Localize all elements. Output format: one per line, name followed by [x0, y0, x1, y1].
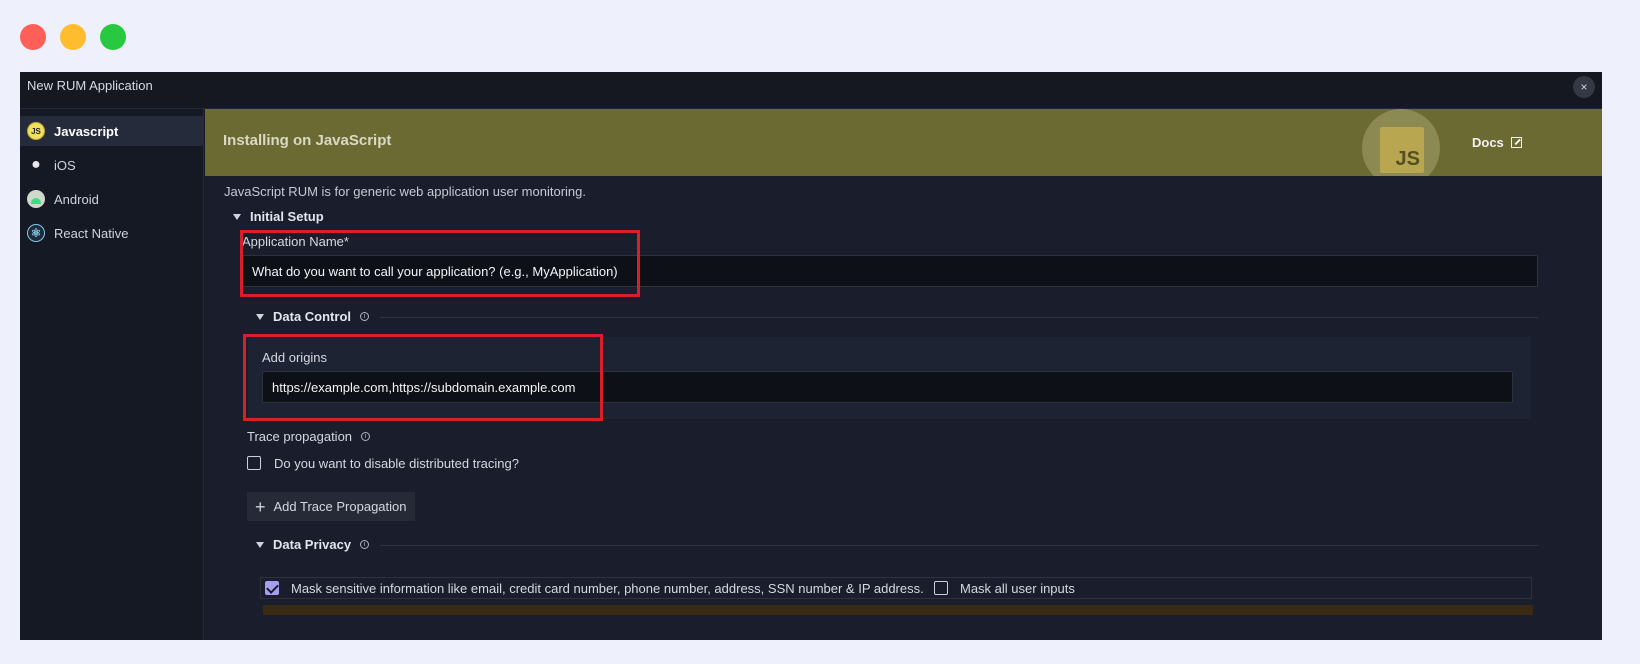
mask-inputs-label: Mask all user inputs	[960, 581, 1075, 596]
close-dot[interactable]	[20, 24, 46, 50]
platform-description: JavaScript RUM is for generic web applic…	[224, 184, 586, 199]
modal-titlebar: New RUM Application ×	[20, 72, 1602, 109]
maximize-dot[interactable]	[100, 24, 126, 50]
sidebar-item-label: React Native	[54, 225, 129, 241]
sidebar-item-javascript[interactable]: JS Javascript	[20, 116, 204, 146]
caret-down-icon	[256, 541, 264, 548]
info-icon[interactable]: i	[360, 540, 370, 549]
disable-tracing-checkbox[interactable]	[247, 456, 261, 470]
info-icon[interactable]: i	[361, 432, 371, 441]
sidebar-item-label: Javascript	[54, 123, 119, 139]
data-control-toggle[interactable]: Data Control i	[256, 309, 369, 324]
android-icon	[27, 190, 45, 208]
docs-label: Docs	[1472, 135, 1504, 150]
mask-sensitive-checkbox[interactable]	[265, 581, 279, 595]
trace-propagation-label: Trace propagation i	[247, 429, 371, 444]
highlight-app-name	[240, 230, 640, 297]
react-icon: ⚛	[27, 224, 45, 242]
sidebar-item-android[interactable]: Android	[20, 184, 204, 214]
section-divider	[380, 545, 1538, 546]
section-heading: Data Privacy	[273, 537, 352, 552]
minimize-dot[interactable]	[60, 24, 86, 50]
window-controls	[20, 24, 126, 50]
apple-icon: ●	[31, 156, 41, 173]
sidebar-item-label: Android	[54, 191, 99, 207]
section-divider	[380, 317, 1538, 318]
mask-sensitive-label: Mask sensitive information like email, c…	[291, 581, 924, 596]
modal-title: New RUM Application	[27, 78, 153, 93]
sidebar-item-ios[interactable]: ● iOS	[20, 150, 204, 180]
trace-label-text: Trace propagation	[247, 429, 353, 444]
highlight-origins	[243, 334, 603, 421]
close-button[interactable]: ×	[1573, 76, 1595, 98]
section-heading: Initial Setup	[250, 209, 324, 224]
docs-link[interactable]: Docs	[1472, 135, 1522, 150]
banner-title: Installing on JavaScript	[223, 132, 392, 149]
add-trace-label: Add Trace Propagation	[273, 499, 407, 514]
install-banner: Installing on JavaScript JS Docs	[205, 109, 1602, 176]
js-logo-icon: JS	[1380, 127, 1424, 173]
app-window: New RUM Application × JS Javascript ● iO…	[20, 72, 1602, 640]
initial-setup-toggle[interactable]: Initial Setup	[233, 209, 324, 224]
plus-icon: +	[255, 496, 266, 517]
sidebar-item-label: iOS	[54, 157, 76, 173]
info-icon[interactable]: i	[360, 312, 369, 321]
mask-inputs-checkbox[interactable]	[934, 581, 948, 595]
section-heading: Data Control	[273, 309, 351, 324]
add-trace-propagation-button[interactable]: + Add Trace Propagation	[247, 492, 415, 521]
warning-strip	[263, 605, 1533, 615]
main-panel: Installing on JavaScript JS Docs JavaScr…	[205, 109, 1602, 640]
sidebar-item-react-native[interactable]: ⚛ React Native	[20, 218, 204, 248]
js-icon: JS	[27, 122, 45, 140]
platform-sidebar: JS Javascript ● iOS Android ⚛ React Nati…	[20, 109, 204, 640]
disable-tracing-label: Do you want to disable distributed traci…	[274, 456, 519, 471]
data-privacy-toggle[interactable]: Data Privacy i	[256, 537, 370, 552]
external-link-icon	[1510, 137, 1522, 148]
caret-down-icon	[256, 313, 264, 320]
caret-down-icon	[233, 213, 241, 220]
